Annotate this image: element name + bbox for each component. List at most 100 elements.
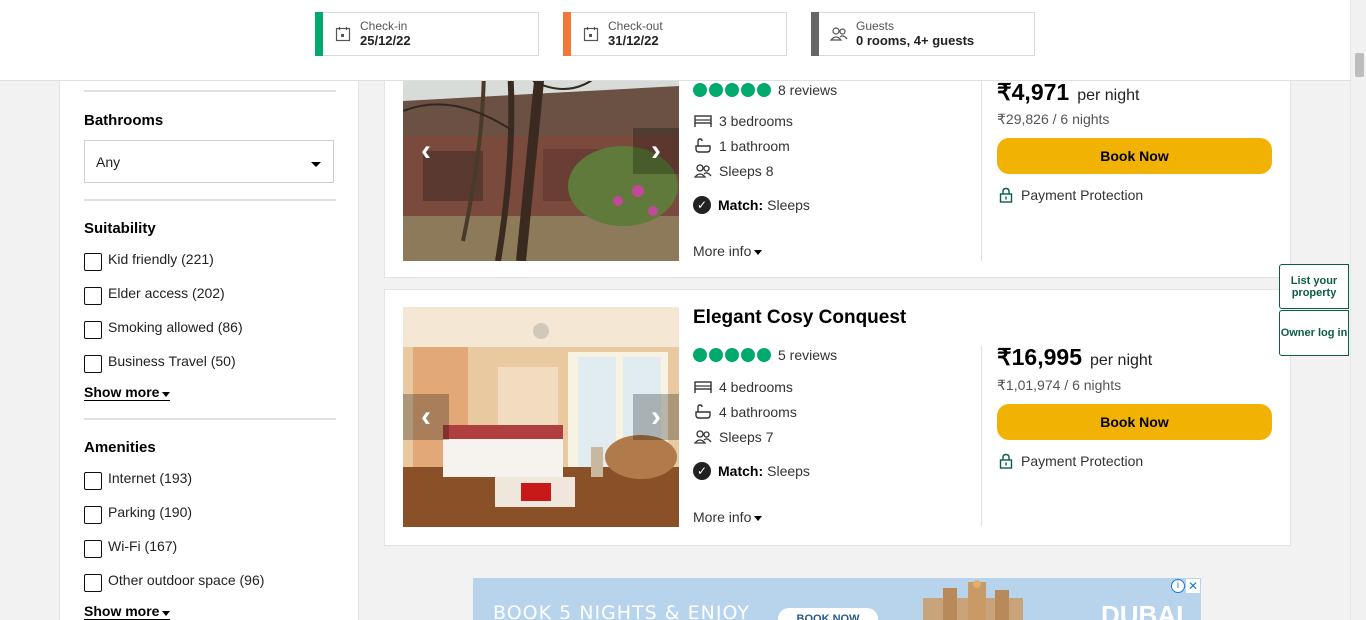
page-scrollbar[interactable]: [1350, 0, 1366, 620]
checkin-field[interactable]: Check-in 25/12/22: [315, 12, 539, 56]
suitability-option-business[interactable]: Business Travel (50): [84, 349, 236, 373]
list-your-property-button[interactable]: List your property: [1279, 264, 1349, 309]
book-now-button[interactable]: Book Now: [997, 138, 1272, 174]
photo-prev-button[interactable]: ‹: [403, 394, 449, 440]
more-info-label: More info: [693, 509, 752, 525]
amenities-title: Amenities: [84, 439, 156, 456]
divider: [981, 81, 982, 261]
option-label: Kid friendly (221): [108, 251, 214, 267]
bathrooms-title: Bathrooms: [84, 112, 164, 129]
lock-icon: [999, 187, 1013, 203]
rating[interactable]: 5 reviews: [693, 347, 837, 363]
rating-bubble-icon: [757, 348, 771, 362]
header-controls: Check-in 25/12/22 Check-out 31/12/22 Gue…: [0, 0, 1350, 81]
payment-protection[interactable]: Payment Protection: [999, 187, 1143, 203]
payment-protection-label: Payment Protection: [1021, 187, 1144, 203]
checkbox[interactable]: [84, 574, 102, 592]
ad-banner[interactable]: BOOK 5 NIGHTS & ENJOY BOOK NOW DUBAI i ✕: [473, 578, 1201, 620]
rating[interactable]: 8 reviews: [693, 82, 837, 98]
match-label: Match:: [718, 463, 764, 479]
check-circle-icon: ✓: [693, 462, 711, 480]
suitability-option-kid-friendly[interactable]: Kid friendly (221): [84, 247, 214, 271]
checkbox[interactable]: [84, 253, 102, 271]
scrollbar-thumb[interactable]: [1355, 53, 1364, 77]
checkout-value: 31/12/22: [608, 33, 659, 48]
divider: [84, 90, 336, 92]
price-amount: ₹4,971: [997, 79, 1070, 105]
bathrooms-feature: 1 bathroom: [693, 137, 790, 155]
suitability-option-elder-access[interactable]: Elder access (202): [84, 281, 225, 305]
photo-next-button[interactable]: ›: [633, 394, 679, 440]
listing-title[interactable]: Elegant Cosy Conquest: [693, 307, 906, 329]
bed-icon: [693, 112, 713, 130]
guests-value: 0 rooms, 4+ guests: [856, 33, 975, 48]
lock-icon: [999, 453, 1013, 469]
bathtub-icon: [693, 403, 713, 421]
bedrooms-feature: 3 bedrooms: [693, 112, 793, 130]
amenities-option-internet[interactable]: Internet (193): [84, 466, 192, 490]
rating-bubble-icon: [741, 83, 755, 97]
rating-bubble-icon: [757, 83, 771, 97]
chevron-down-icon: [754, 515, 763, 521]
payment-protection[interactable]: Payment Protection: [999, 453, 1143, 469]
bathrooms-feature: 4 bathrooms: [693, 403, 797, 421]
divider: [84, 199, 336, 201]
amenities-option-parking[interactable]: Parking (190): [84, 500, 192, 524]
ad-close-icon[interactable]: ✕: [1186, 579, 1200, 593]
checkbox[interactable]: [84, 355, 102, 373]
checkout-accent-bar: [563, 12, 571, 56]
option-label: Parking (190): [108, 504, 193, 520]
bedrooms-feature: 4 bedrooms: [693, 378, 793, 396]
sleeps-text: Sleeps 8: [719, 163, 774, 179]
checkbox[interactable]: [84, 287, 102, 305]
checkin-label: Check-in: [360, 19, 408, 33]
photo-prev-button[interactable]: ‹: [403, 128, 449, 174]
review-count: 8 reviews: [778, 82, 838, 98]
book-now-button[interactable]: Book Now: [997, 404, 1272, 440]
divider: [84, 418, 336, 420]
guests-label: Guests: [856, 19, 895, 33]
people-icon: [693, 162, 713, 180]
chevron-down-icon: [311, 162, 321, 167]
suitability-show-more[interactable]: Show more: [84, 385, 171, 401]
listing-card[interactable]: ‹ › Elegant Cosy Conquest 5 reviews 4 be…: [384, 289, 1291, 546]
price-total: ₹29,826 / 6 nights: [997, 111, 1110, 127]
match-label: Match:: [718, 197, 764, 213]
checkbox[interactable]: [84, 540, 102, 558]
suitability-option-smoking[interactable]: Smoking allowed (86): [84, 315, 243, 339]
guests-accent-bar: [811, 12, 819, 56]
ad-book-button[interactable]: BOOK NOW: [778, 608, 878, 620]
option-label: Other outdoor space (96): [108, 572, 265, 588]
checkout-field[interactable]: Check-out 31/12/22: [563, 12, 787, 56]
match-value: Sleeps: [767, 197, 810, 213]
listing-photo[interactable]: ‹ ›: [403, 307, 679, 527]
more-info-label: More info: [693, 243, 752, 259]
chevron-down-icon: [162, 391, 171, 397]
checkbox[interactable]: [84, 472, 102, 490]
option-label: Internet (193): [108, 470, 193, 486]
rating-bubble-icon: [725, 83, 739, 97]
chevron-right-icon: ›: [651, 134, 661, 167]
suitability-title: Suitability: [84, 220, 156, 237]
bathrooms-select[interactable]: Any: [84, 140, 334, 183]
checkbox[interactable]: [84, 506, 102, 524]
price: ₹4,971 per night: [997, 79, 1139, 106]
amenities-option-outdoor[interactable]: Other outdoor space (96): [84, 568, 264, 592]
photo-next-button[interactable]: ›: [633, 128, 679, 174]
price-unit: per night: [1077, 87, 1140, 104]
ad-info-icon[interactable]: i: [1171, 579, 1185, 593]
sleeps-feature: Sleeps 7: [693, 428, 773, 446]
owner-login-button[interactable]: Owner log in: [1279, 310, 1349, 356]
review-count: 5 reviews: [778, 347, 838, 363]
more-info-toggle[interactable]: More info: [693, 243, 763, 259]
amenities-option-wifi[interactable]: Wi-Fi (167): [84, 534, 177, 558]
checkbox[interactable]: [84, 321, 102, 339]
checkin-value: 25/12/22: [360, 33, 411, 48]
guests-field[interactable]: Guests 0 rooms, 4+ guests: [811, 12, 1035, 56]
ad-brand: DUBAI: [1101, 600, 1184, 620]
amenities-show-more[interactable]: Show more: [84, 604, 171, 620]
sleeps-text: Sleeps 7: [719, 429, 774, 445]
option-label: Smoking allowed (86): [108, 319, 243, 335]
more-info-toggle[interactable]: More info: [693, 509, 763, 525]
bedrooms-text: 4 bedrooms: [719, 379, 793, 395]
